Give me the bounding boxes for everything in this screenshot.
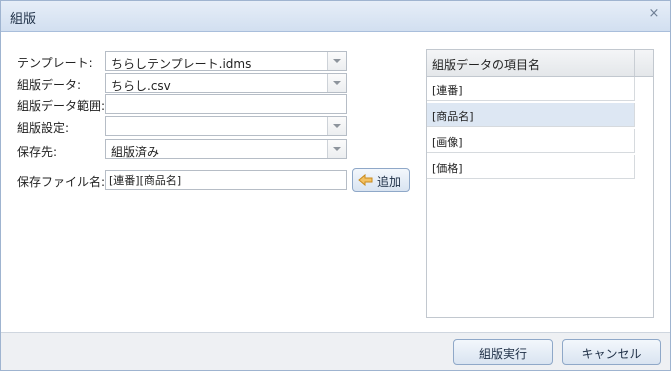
settings-label: 組版設定: bbox=[17, 121, 70, 135]
destination-label: 保存先: bbox=[17, 145, 58, 159]
data-label: 組版データ: bbox=[17, 78, 82, 92]
range-field[interactable] bbox=[105, 94, 347, 114]
grid-row[interactable]: [画像] bbox=[427, 129, 635, 153]
dialog-title: 組版 bbox=[10, 12, 37, 27]
close-icon[interactable]: × bbox=[646, 6, 662, 22]
grid-row[interactable]: [商品名] bbox=[427, 103, 635, 127]
cancel-button-label: キャンセル bbox=[581, 347, 642, 361]
grid-cell: [商品名] bbox=[432, 110, 474, 123]
execute-button-label: 組版実行 bbox=[478, 347, 527, 361]
template-combo[interactable]: ちらしテンプレート.idms bbox=[105, 51, 347, 71]
settings-combo[interactable] bbox=[105, 116, 347, 136]
grid-row[interactable]: [価格] bbox=[427, 155, 635, 179]
range-label: 組版データ範囲: bbox=[17, 99, 106, 113]
chevron-down-icon[interactable] bbox=[327, 74, 346, 92]
grid-header-label: 組版データの項目名 bbox=[432, 58, 541, 72]
add-button[interactable]: 追加 bbox=[352, 168, 410, 192]
chevron-down-icon[interactable] bbox=[327, 140, 346, 158]
grid-cell: [価格] bbox=[432, 162, 463, 175]
header-divider bbox=[634, 50, 635, 76]
grid-cell: [連番] bbox=[432, 84, 463, 97]
grid-cell: [画像] bbox=[432, 136, 463, 149]
data-combo[interactable]: ちらし.csv bbox=[105, 73, 347, 93]
grid-row[interactable]: [連番] bbox=[427, 77, 635, 101]
title-bar[interactable]: 組版 × bbox=[1, 1, 670, 32]
range-input[interactable] bbox=[109, 96, 343, 112]
template-value: ちらしテンプレート.idms bbox=[111, 57, 252, 71]
filename-label: 保存ファイル名: bbox=[17, 175, 106, 189]
template-label: テンプレート: bbox=[17, 56, 93, 70]
arrow-left-icon bbox=[358, 173, 373, 187]
filename-field[interactable] bbox=[105, 170, 347, 190]
chevron-down-icon[interactable] bbox=[327, 52, 346, 70]
field-name-grid: 組版データの項目名 [連番] [商品名] [画像] [価格] bbox=[426, 49, 654, 318]
data-value: ちらし.csv bbox=[111, 79, 171, 93]
add-button-label: 追加 bbox=[377, 175, 402, 189]
execute-typesetting-button[interactable]: 組版実行 bbox=[453, 339, 553, 365]
filename-input[interactable] bbox=[109, 172, 343, 188]
chevron-down-icon[interactable] bbox=[327, 117, 346, 135]
grid-header: 組版データの項目名 bbox=[427, 50, 653, 77]
destination-combo[interactable]: 組版済み bbox=[105, 139, 347, 159]
cancel-button[interactable]: キャンセル bbox=[562, 339, 661, 365]
typesetting-dialog: 組版 × テンプレート: ちらしテンプレート.idms 組版データ: ちらし.c… bbox=[0, 0, 671, 371]
destination-value: 組版済み bbox=[111, 145, 160, 159]
